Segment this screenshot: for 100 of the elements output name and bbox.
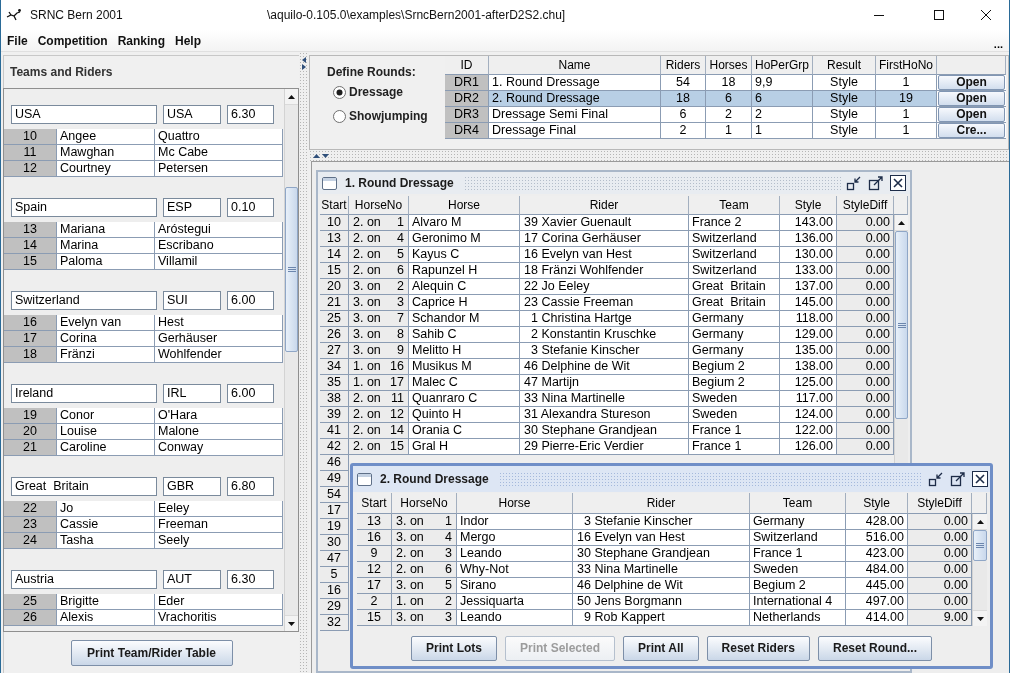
table-cell: Style — [813, 75, 876, 91]
table-cell: 1 — [876, 107, 937, 123]
print-table-button[interactable]: Print Team/Rider Table — [70, 639, 233, 666]
team-value-field[interactable]: 6.80 — [227, 477, 274, 496]
table-cell: Sirano — [457, 578, 573, 594]
close-icon[interactable] — [972, 471, 988, 487]
table-cell: 3. on 2 — [349, 279, 409, 295]
table-cell: 135.00 — [780, 343, 837, 359]
team-code-field[interactable]: USA — [163, 105, 221, 124]
table-cell: Tasha — [57, 533, 155, 549]
column-header[interactable]: Rider — [573, 493, 750, 514]
column-header[interactable]: Riders — [661, 56, 706, 75]
vertical-scrollbar[interactable] — [972, 514, 987, 626]
grip-icon — [287, 267, 296, 272]
table-row[interactable]: DR1 1. Round Dressage 54 18 9,9 Style 1 Open — [445, 75, 1006, 91]
table-cell: Jessiquarta — [457, 594, 573, 610]
table-cell: 0.00 — [837, 423, 894, 439]
table-cell: 137.00 — [780, 279, 837, 295]
column-header[interactable]: StyleDiff — [908, 493, 972, 514]
reset-riders-button[interactable]: Reset Riders — [706, 635, 810, 661]
close-icon[interactable] — [981, 10, 991, 20]
table-row[interactable]: DR4 Dressage Final 2 1 1 Style 1 Cre... — [445, 123, 1006, 139]
column-header[interactable]: Style — [846, 493, 908, 514]
table-cell: Malone — [155, 424, 283, 440]
team-code-field[interactable]: AUT — [163, 570, 221, 589]
table-row[interactable]: DR2 2. Round Dressage 18 6 6 Style 19 Open — [445, 91, 1006, 107]
table-cell: 0.00 — [837, 311, 894, 327]
table-cell: 2 — [661, 123, 706, 139]
column-header[interactable]: Team — [750, 493, 846, 514]
left-triangle-icon[interactable] — [302, 57, 306, 63]
vertical-scrollbar[interactable] — [284, 89, 298, 631]
minimize-icon[interactable] — [874, 14, 884, 16]
team-name-field[interactable]: Austria — [11, 570, 157, 589]
team-name-field[interactable]: Switzerland — [11, 291, 157, 310]
table-cell: Switzerland — [750, 530, 846, 546]
team-name-field[interactable]: Great Britain — [11, 477, 157, 496]
column-header[interactable]: Name — [489, 56, 661, 75]
radio-button[interactable]: Dressage — [327, 80, 445, 104]
team-name-field[interactable]: USA — [11, 105, 157, 124]
menu-item[interactable]: File — [7, 33, 28, 48]
table-cell: Hest — [155, 315, 283, 331]
minimize-icon[interactable] — [928, 471, 944, 487]
menu-item[interactable]: Competition — [37, 33, 108, 48]
table-cell: 2. on 1 — [349, 215, 409, 231]
team-name-field[interactable]: Ireland — [11, 384, 157, 403]
scroll-up-button[interactable] — [285, 89, 298, 105]
table-cell: 1. on 16 — [349, 359, 409, 375]
table-row[interactable]: DR3 Dressage Semi Final 6 2 2 Style 1 Open — [445, 107, 1006, 123]
column-header[interactable]: FirstHoNo — [876, 56, 937, 75]
team-value-field[interactable]: 6.00 — [227, 291, 274, 310]
scrollbar-thumb[interactable] — [973, 530, 987, 561]
team-code-field[interactable]: IRL — [163, 384, 221, 403]
team-value-field[interactable]: 6.30 — [227, 570, 274, 589]
menu-item[interactable]: Help — [175, 33, 202, 48]
up-triangle-icon[interactable] — [313, 153, 320, 158]
table-cell: Orania C — [409, 423, 520, 439]
column-header[interactable]: Result — [813, 56, 876, 75]
column-header[interactable]: Horses — [706, 56, 752, 75]
column-header[interactable]: ID — [445, 56, 489, 75]
table-cell: 2 — [357, 594, 392, 610]
table-cell: International 4 — [750, 594, 846, 610]
scroll-up-button[interactable] — [973, 514, 987, 530]
column-header[interactable]: Horse — [457, 493, 573, 514]
scroll-down-button[interactable] — [973, 610, 987, 626]
row-number-cell: 15 — [4, 254, 57, 270]
scrollbar-thumb[interactable] — [285, 187, 298, 352]
table-cell: 34 — [320, 359, 349, 375]
column-header[interactable]: HorseNo — [392, 493, 457, 514]
maximize-icon[interactable] — [950, 471, 966, 487]
menu-item[interactable]: Ranking — [117, 33, 165, 48]
radio-button[interactable]: Showjumping — [327, 104, 445, 128]
table-cell: 3. on 7 — [349, 311, 409, 327]
table-cell: 117.00 — [780, 391, 837, 407]
window-title-bar[interactable]: 2. Round Dressage — [353, 466, 990, 492]
down-triangle-icon[interactable] — [322, 153, 329, 158]
column-header[interactable]: Start — [357, 493, 392, 514]
table-cell: 3 Stefanie Kinscher — [520, 343, 689, 359]
table-cell: Schandor M — [409, 311, 520, 327]
team-code-field[interactable]: ESP — [163, 198, 221, 217]
table-cell: 16 — [357, 530, 392, 546]
right-triangle-icon[interactable] — [302, 64, 306, 70]
maximize-icon[interactable] — [934, 10, 944, 20]
print-lots-button[interactable]: Print Lots — [411, 635, 497, 661]
print-all-button[interactable]: Print All — [623, 635, 699, 661]
column-header[interactable]: HoPerGrp — [752, 56, 813, 75]
team-value-field[interactable]: 0.10 — [227, 198, 274, 217]
menu-overflow[interactable]: ... — [993, 38, 1009, 51]
table-cell: Sahib C — [409, 327, 520, 343]
table-cell: Germany — [750, 514, 846, 530]
row-number-cell: 17 — [4, 331, 57, 347]
team-name-field[interactable]: Spain — [11, 198, 157, 217]
team-value-field[interactable]: 6.30 — [227, 105, 274, 124]
team-value-field[interactable]: 6.00 — [227, 384, 274, 403]
reset-round-button[interactable]: Reset Round... — [817, 635, 932, 661]
header-corner — [972, 493, 987, 514]
team-code-field[interactable]: SUI — [163, 291, 221, 310]
table-cell: Louise — [57, 424, 155, 440]
table-cell: 118.00 — [780, 311, 837, 327]
scroll-down-button[interactable] — [285, 615, 298, 631]
team-code-field[interactable]: GBR — [163, 477, 221, 496]
